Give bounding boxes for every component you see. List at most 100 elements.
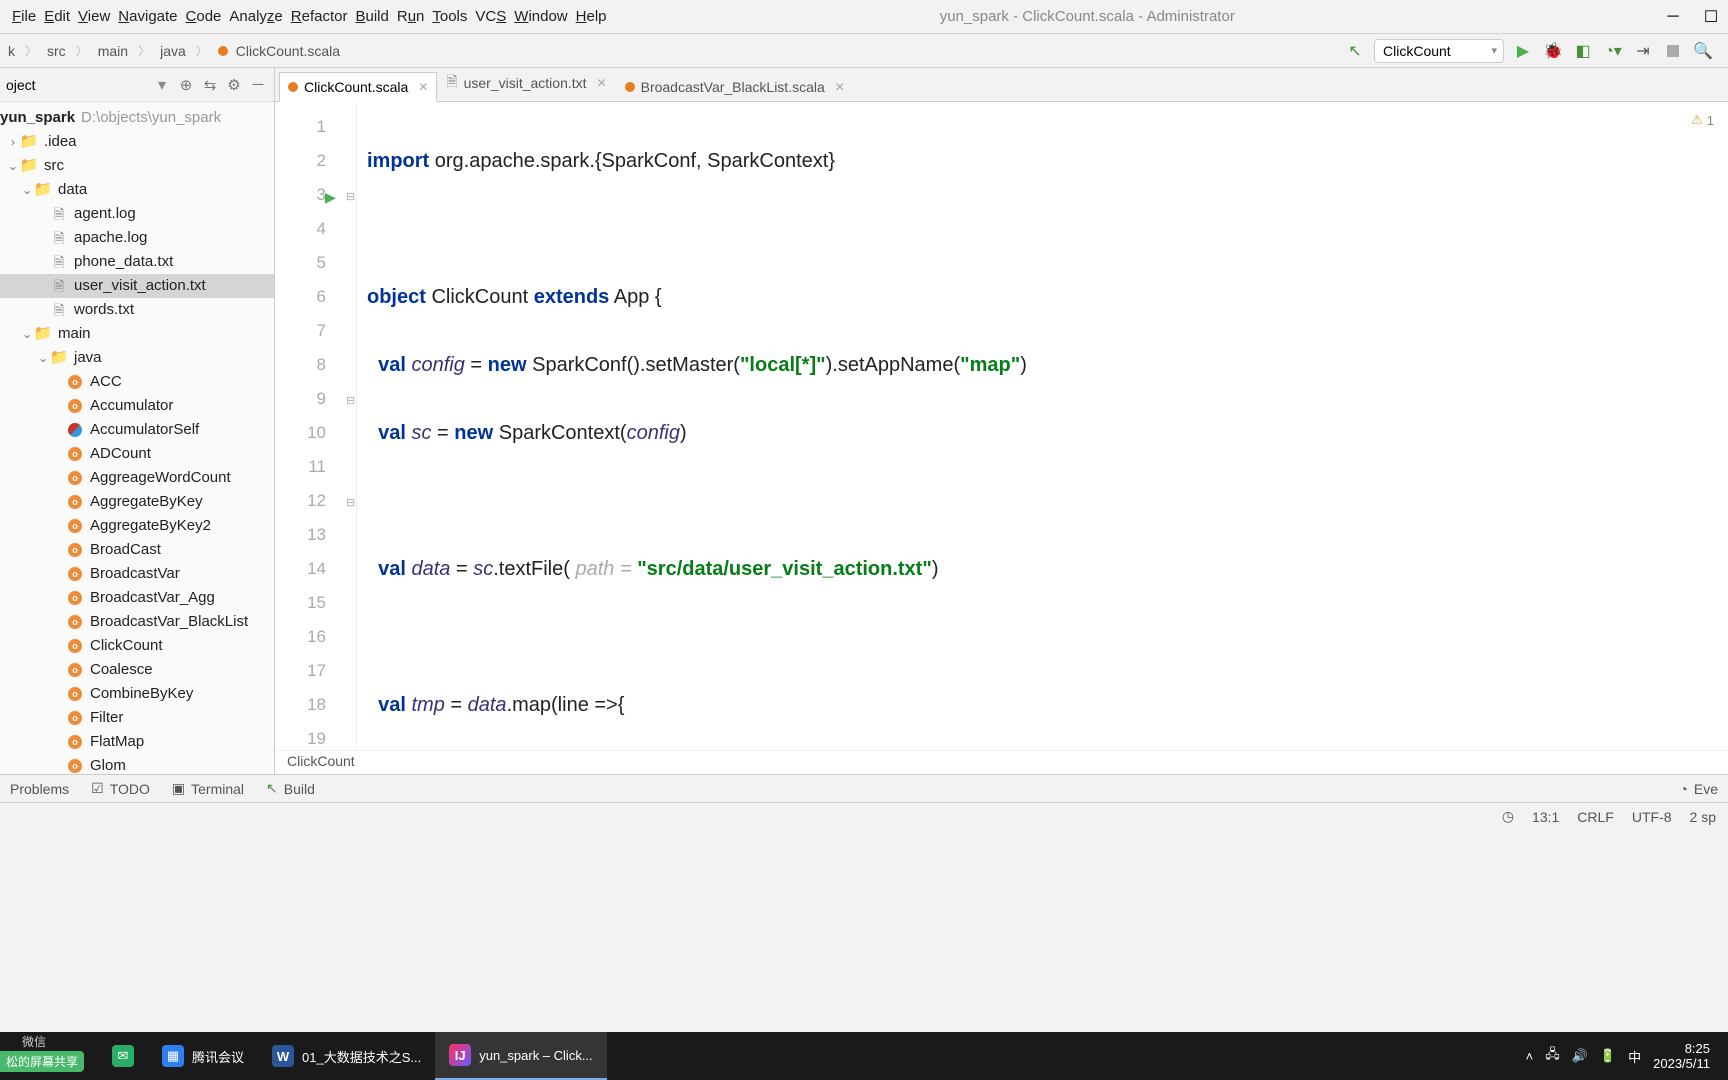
status-caret-position[interactable]: 13:1 <box>1532 809 1559 825</box>
menu-navigate[interactable]: Navigate <box>114 4 181 29</box>
attach-button[interactable]: ⇥ <box>1630 38 1656 64</box>
tree-file[interactable]: oACC <box>0 370 274 394</box>
gutter[interactable]: 1 2 3 ▶ ⊟ 4 5 6 7 8 9 ⊟ 10 11 12 ⊟ 13 14… <box>275 102 357 750</box>
tray-chevron-icon[interactable]: ˄ <box>1526 1049 1534 1064</box>
tree-file[interactable]: oAggreageWordCount <box>0 466 274 490</box>
fold-icon[interactable]: ⊟ <box>346 180 355 214</box>
code-area[interactable]: ⚠1 1 2 3 ▶ ⊟ 4 5 6 7 8 9 ⊟ 10 11 12 ⊟ 13… <box>275 102 1728 750</box>
tab-todo[interactable]: ☑TODO <box>91 780 150 797</box>
debug-button[interactable]: 🐞 <box>1540 38 1566 64</box>
tree-file[interactable]: oFlatMap <box>0 730 274 754</box>
tree-file[interactable]: oBroadcastVar_BlackList <box>0 610 274 634</box>
tree-file[interactable]: oCoalesce <box>0 658 274 682</box>
close-tab-icon[interactable]: ✕ <box>835 80 845 94</box>
search-everywhere-button[interactable]: 🔍 <box>1690 38 1716 64</box>
tree-file[interactable]: oBroadCast <box>0 538 274 562</box>
tab-clickcount[interactable]: ClickCount.scala ✕ <box>279 72 437 102</box>
fold-icon[interactable]: ⊟ <box>346 486 355 520</box>
bc-src[interactable]: src <box>43 41 70 61</box>
taskbar-item-idea[interactable]: IJ yun_spark – Click... <box>435 1032 606 1080</box>
tree-file[interactable]: oBroadcastVar <box>0 562 274 586</box>
fold-icon[interactable]: ⊟ <box>346 384 355 418</box>
project-header-title[interactable]: oject <box>6 77 158 93</box>
taskbar-item-word[interactable]: W 01_大数据技术之S... <box>258 1032 435 1080</box>
run-button[interactable]: ▶ <box>1510 38 1536 64</box>
menu-vcs[interactable]: VCS <box>471 4 510 29</box>
tab-problems[interactable]: Problems <box>10 781 69 797</box>
status-progress-icon[interactable]: ◷ <box>1502 808 1514 825</box>
tree-file[interactable]: 🗎agent.log <box>0 202 274 226</box>
tab-eventlog[interactable]: ◔Eve <box>1679 781 1718 797</box>
tree-file[interactable]: oGlom <box>0 754 274 774</box>
tree-file-selected[interactable]: 🗎user_visit_action.txt <box>0 274 274 298</box>
collapse-icon[interactable]: ─ <box>248 76 268 93</box>
tray-volume-icon[interactable]: 🔊 <box>1572 1048 1588 1064</box>
system-tray[interactable]: ˄ 🖧 🔊 🔋 中 8:25 2023/5/11 <box>1526 1041 1720 1071</box>
tray-network-icon[interactable]: 🖧 <box>1545 1045 1560 1067</box>
settings-icon[interactable]: ⚙ <box>224 76 244 94</box>
tree-file[interactable]: oADCount <box>0 442 274 466</box>
dropdown-icon[interactable]: ▾ <box>158 75 166 95</box>
tree-folder-data[interactable]: ⌄📁data <box>0 178 274 202</box>
tree-file[interactable]: 🗎phone_data.txt <box>0 250 274 274</box>
menu-window[interactable]: Window <box>510 4 571 29</box>
tree-folder-java[interactable]: ⌄📁java <box>0 346 274 370</box>
tree-root[interactable]: yun_spark D:\objects\yun_spark <box>0 106 274 130</box>
menu-run[interactable]: Run <box>393 4 429 29</box>
bc-main[interactable]: main <box>94 41 132 61</box>
run-config-select[interactable]: ClickCount <box>1374 39 1504 63</box>
structure-breadcrumb[interactable]: ClickCount <box>275 750 1728 774</box>
menu-view[interactable]: View <box>74 4 114 29</box>
profile-button[interactable]: ◔▾ <box>1600 38 1626 64</box>
menu-refactor[interactable]: Refactor <box>287 4 352 29</box>
bc-java[interactable]: java <box>156 41 190 61</box>
tray-clock[interactable]: 8:25 2023/5/11 <box>1653 1041 1710 1071</box>
taskbar-item-tencent[interactable]: ▦ 腾讯会议 <box>148 1032 258 1080</box>
bc-file[interactable]: ClickCount.scala <box>214 39 348 63</box>
tray-ime-icon[interactable]: 中 <box>1628 1047 1641 1066</box>
wechat-overlay[interactable]: 微信 <box>22 1033 46 1050</box>
tab-terminal[interactable]: ▣Terminal <box>172 780 244 797</box>
tray-battery-icon[interactable]: 🔋 <box>1600 1048 1616 1064</box>
tree-folder-idea[interactable]: ›📁.idea <box>0 130 274 154</box>
menu-tools[interactable]: Tools <box>428 4 471 29</box>
tree-folder-src[interactable]: ⌄📁src <box>0 154 274 178</box>
tree-file[interactable]: oAccumulator <box>0 394 274 418</box>
tree-file[interactable]: oAggregateByKey2 <box>0 514 274 538</box>
screen-share-badge[interactable]: 松的屏幕共享 <box>0 1051 84 1072</box>
menu-help[interactable]: Help <box>572 4 611 29</box>
tree-folder-main[interactable]: ⌄📁main <box>0 322 274 346</box>
minimize-button[interactable]: ─ <box>1664 8 1682 26</box>
status-line-separator[interactable]: CRLF <box>1577 809 1614 825</box>
coverage-button[interactable]: ◧ <box>1570 38 1596 64</box>
code-editor[interactable]: import org.apache.spark.{SparkConf, Spar… <box>357 102 1728 750</box>
tree-file[interactable]: AccumulatorSelf <box>0 418 274 442</box>
menu-edit[interactable]: Edit <box>40 4 74 29</box>
status-indent[interactable]: 2 sp <box>1690 809 1716 825</box>
tab-build[interactable]: ↖Build <box>266 780 315 797</box>
select-opened-file-icon[interactable]: ⊕ <box>176 76 196 94</box>
menu-file[interactable]: File <box>8 4 40 29</box>
build-hammer-icon[interactable]: ↖ <box>1342 38 1368 64</box>
tab-user-visit[interactable]: 🗎 user_visit_action.txt ✕ <box>437 68 615 102</box>
menu-analyze[interactable]: Analyze <box>225 4 286 29</box>
taskbar-item-wechat[interactable]: ✉ <box>98 1032 148 1080</box>
tree-file[interactable]: oClickCount <box>0 634 274 658</box>
tree-file[interactable]: oCombineByKey <box>0 682 274 706</box>
tree-file[interactable]: oAggregateByKey <box>0 490 274 514</box>
stop-button[interactable] <box>1660 38 1686 64</box>
run-gutter-icon[interactable]: ▶ <box>325 180 336 214</box>
status-encoding[interactable]: UTF-8 <box>1632 809 1672 825</box>
expand-all-icon[interactable]: ⇆ <box>200 76 220 94</box>
tree-file[interactable]: oFilter <box>0 706 274 730</box>
tree-file[interactable]: oBroadcastVar_Agg <box>0 586 274 610</box>
project-tree[interactable]: yun_spark D:\objects\yun_spark ›📁.idea ⌄… <box>0 102 274 774</box>
menu-code[interactable]: Code <box>182 4 226 29</box>
menu-build[interactable]: Build <box>351 4 392 29</box>
tree-file[interactable]: 🗎words.txt <box>0 298 274 322</box>
tree-file[interactable]: 🗎apache.log <box>0 226 274 250</box>
close-tab-icon[interactable]: ✕ <box>418 80 428 94</box>
close-tab-icon[interactable]: ✕ <box>597 76 607 90</box>
tab-broadcast[interactable]: BroadcastVar_BlackList.scala ✕ <box>616 72 854 102</box>
bc-root[interactable]: k <box>4 41 19 61</box>
